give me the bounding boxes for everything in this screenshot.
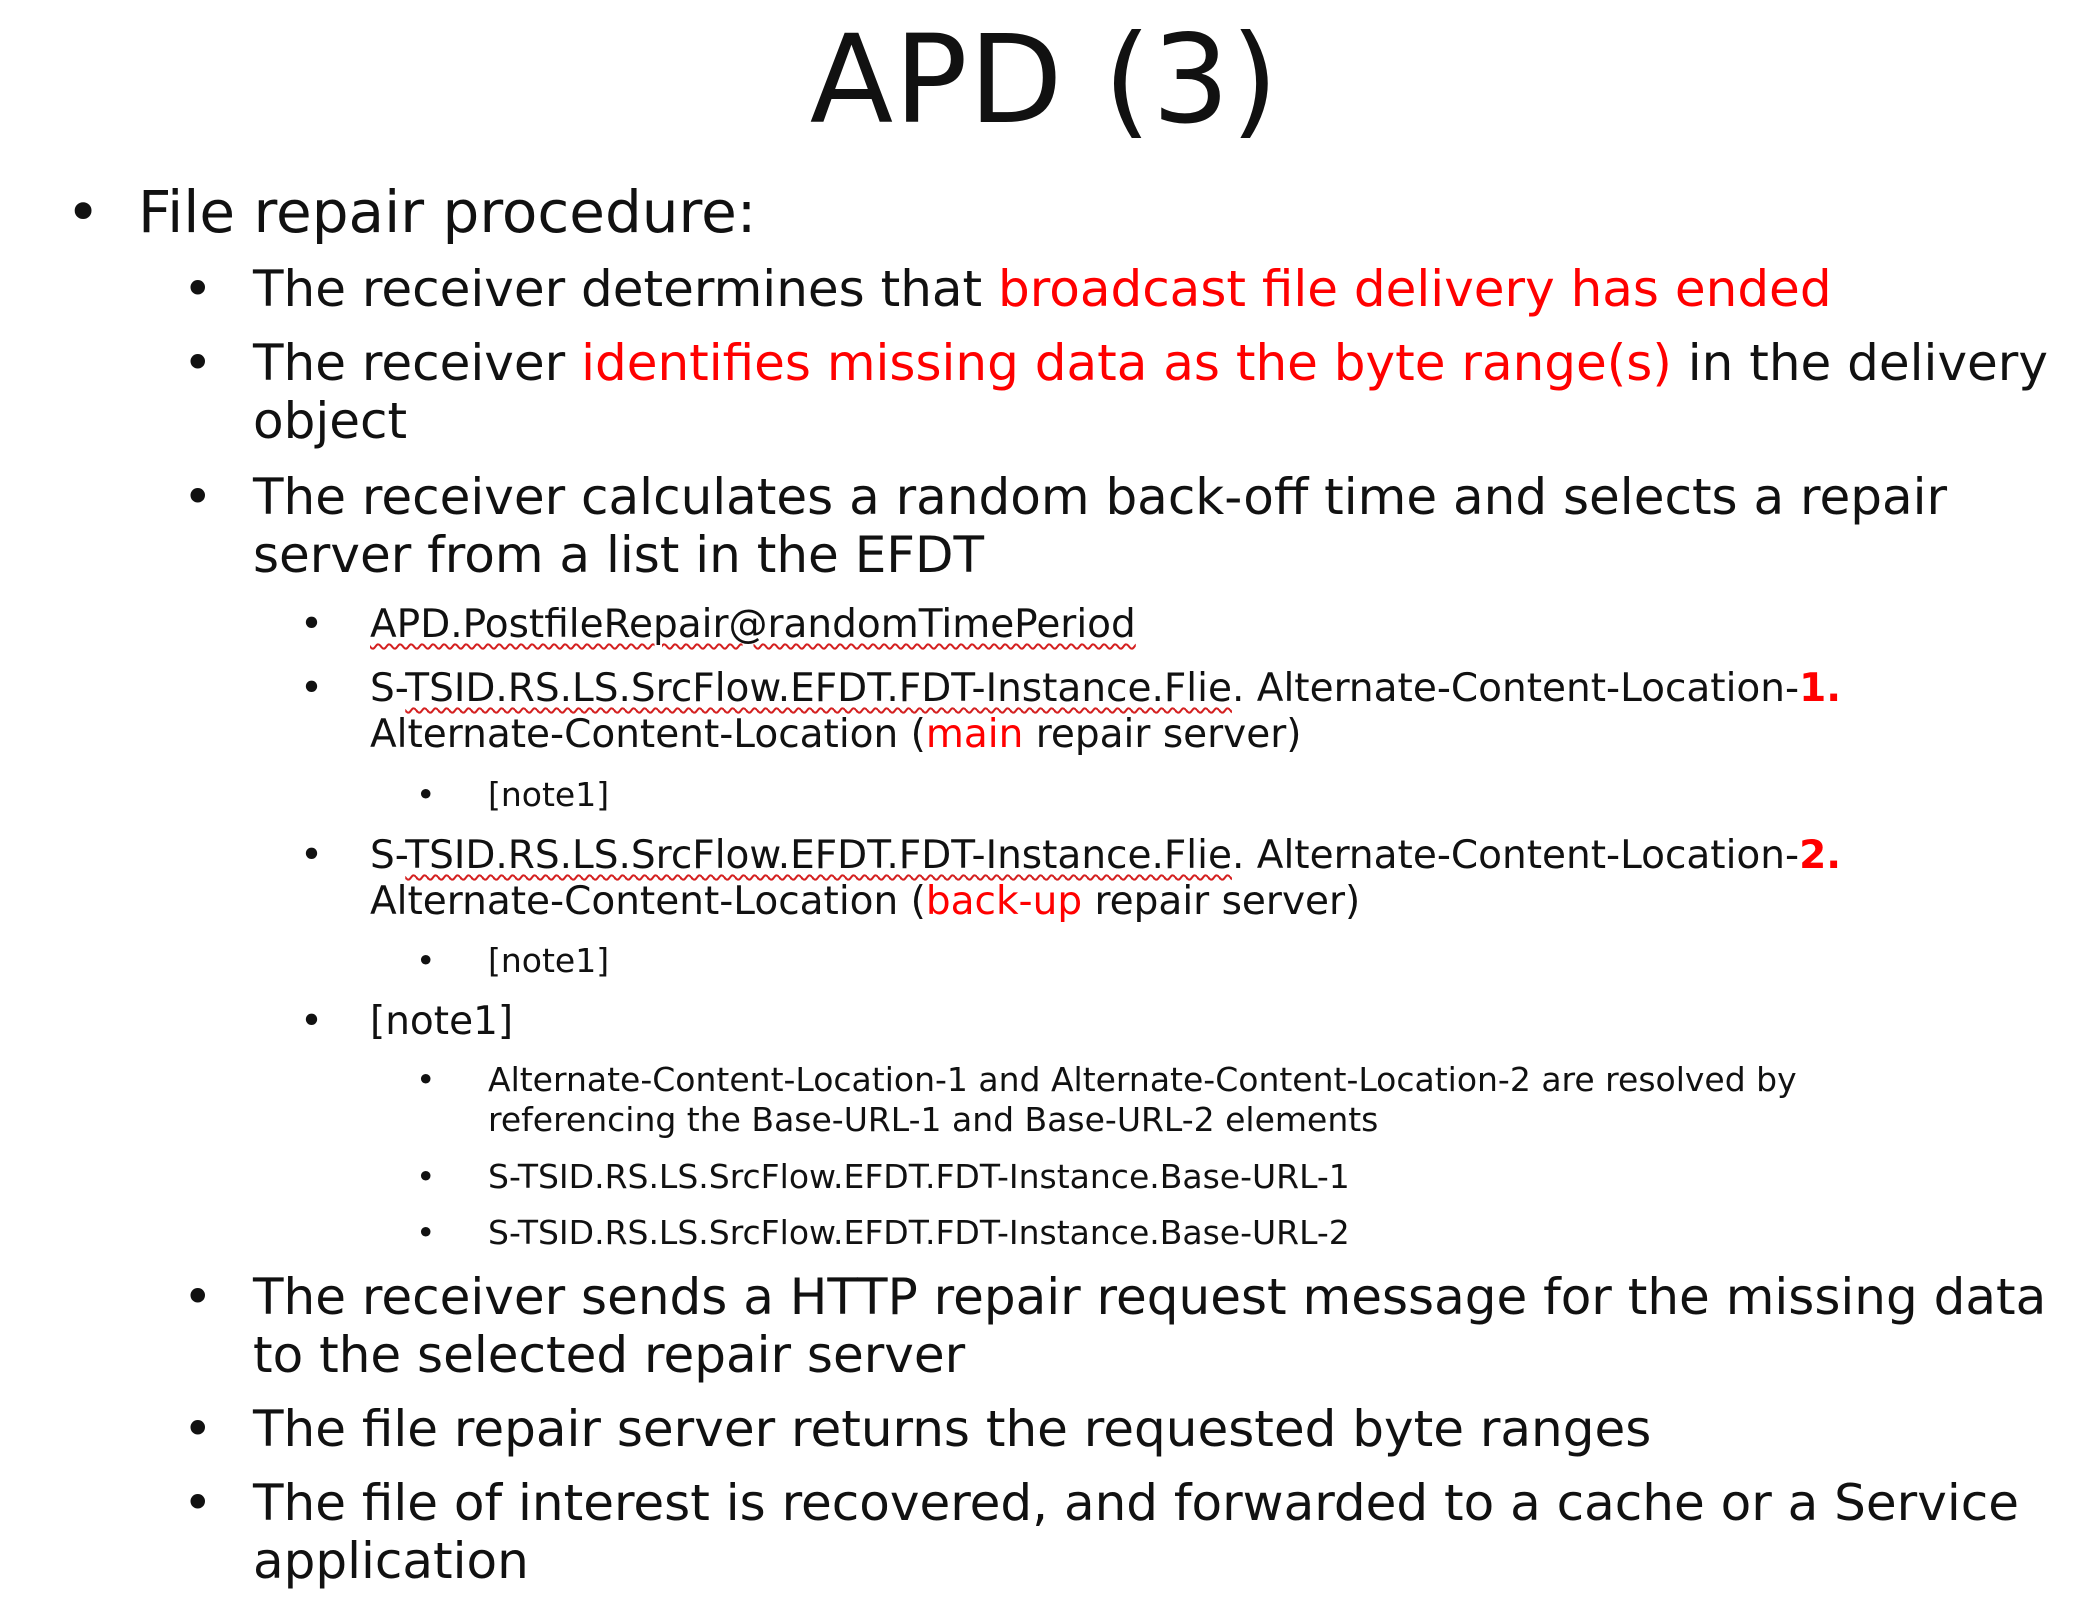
item-sends-line2: to the selected repair server [253, 1326, 966, 1384]
bullet: • [183, 260, 213, 318]
bullet: • [300, 666, 324, 711]
item-identifies-line2: object [253, 392, 408, 450]
item-recovered-line2: application [253, 1532, 529, 1590]
highlight-number: 2. [1799, 833, 1842, 878]
base-url-2: S-TSID.RS.LS.SrcFlow.EFDT.FDT-Instance.B… [488, 1213, 1350, 1252]
bullet: • [183, 334, 213, 392]
highlight-text: identifies missing data as the byte rang… [581, 334, 1672, 392]
note1-resolved-line2: referencing the Base-URL-1 and Base-URL-… [488, 1100, 1379, 1139]
highlight-text: main [925, 712, 1024, 757]
bullet: • [66, 178, 101, 246]
item-identifies: The receiver identifies missing data as … [253, 334, 2048, 392]
alt-content-location-2: S-TSID.RS.LS.SrcFlow.EFDT.FDT-Instance.F… [370, 833, 1842, 878]
level1-heading: File repair procedure: [138, 178, 757, 246]
item-determines: The receiver determines that broadcast f… [253, 260, 1832, 318]
alt-content-location-1: S-TSID.RS.LS.SrcFlow.EFDT.FDT-Instance.F… [370, 666, 1842, 711]
bullet: • [183, 1268, 213, 1326]
bullet: • [300, 999, 324, 1044]
item-recovered: The file of interest is recovered, and f… [253, 1474, 2019, 1532]
item-calculates: The receiver calculates a random back-of… [253, 468, 1948, 526]
bullet: • [300, 602, 324, 647]
highlight-text: broadcast file delivery has ended [998, 260, 1832, 318]
item-sends: The receiver sends a HTTP repair request… [253, 1268, 2047, 1326]
bullet: • [416, 775, 436, 814]
note1-heading: [note1] [370, 999, 514, 1044]
bullet: • [183, 468, 213, 526]
bullet: • [416, 941, 436, 980]
bullet: • [416, 1213, 436, 1252]
highlight-text: back-up [925, 879, 1083, 924]
bullet: • [183, 1400, 213, 1458]
item-calculates-line2: server from a list in the EFDT [253, 526, 985, 584]
slide-title: APD (3) [809, 9, 1280, 151]
bullet: • [183, 1474, 213, 1532]
bullet: • [300, 833, 324, 878]
bullet: • [416, 1060, 436, 1099]
item-returns: The file repair server returns the reque… [253, 1400, 1652, 1458]
highlight-number: 1. [1799, 666, 1842, 711]
note1-resolved: Alternate-Content-Location-1 and Alterna… [488, 1060, 1797, 1099]
bullet: • [416, 1157, 436, 1196]
alt-content-location-1-line2: Alternate-Content-Location (main repair … [370, 712, 1302, 757]
base-url-1: S-TSID.RS.LS.SrcFlow.EFDT.FDT-Instance.B… [488, 1157, 1350, 1196]
alt-content-location-2-line2: Alternate-Content-Location (back-up repa… [370, 879, 1361, 924]
random-time-period: APD.PostfileRepair@randomTimePeriod [370, 602, 1136, 647]
note-ref: [note1] [488, 941, 610, 980]
note-ref: [note1] [488, 775, 610, 814]
